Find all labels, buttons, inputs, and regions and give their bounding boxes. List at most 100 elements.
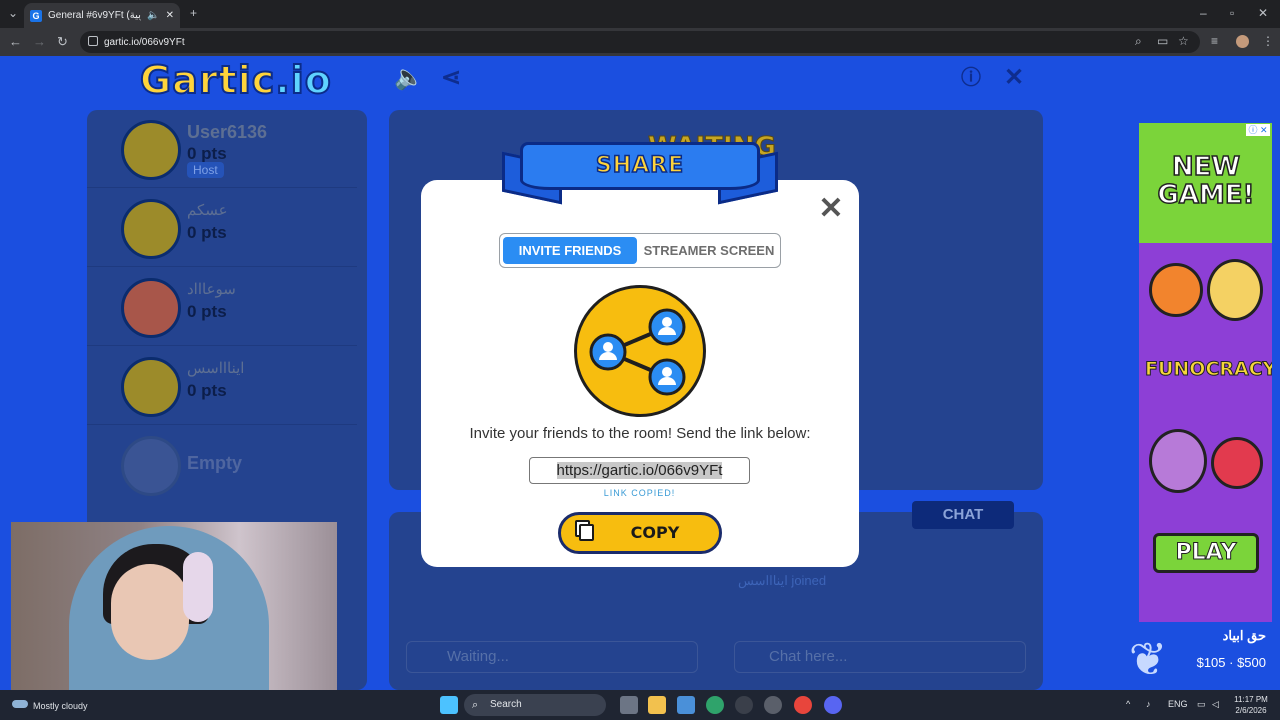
webcam-overlay bbox=[11, 522, 337, 708]
url-text: gartic.io/066v9YFt bbox=[104, 36, 185, 48]
cast-icon[interactable]: ▭ bbox=[1157, 34, 1168, 48]
url-field[interactable]: gartic.io/066v9YFt bbox=[80, 31, 1200, 53]
share-network-icon bbox=[574, 285, 706, 417]
start-icon[interactable] bbox=[440, 696, 458, 714]
address-bar: ← → ↻ gartic.io/066v9YFt ⌕ ▭ ☆ ≡ ⋮ bbox=[0, 28, 1280, 56]
player-name: سوعاااد bbox=[187, 281, 236, 298]
tab-invite-friends[interactable]: INVITE FRIENDS bbox=[503, 237, 637, 264]
browser-tab[interactable]: G General #6v9YFt (العربية) - G 🔈 ✕ bbox=[24, 3, 180, 28]
exit-icon[interactable]: ✕ bbox=[1000, 64, 1028, 92]
player-name: ايناااسس bbox=[187, 360, 245, 377]
tray-chevron-icon[interactable]: ^ bbox=[1126, 699, 1130, 709]
modal-title: SHARE bbox=[520, 142, 760, 190]
joined-message: ايناااسس joined bbox=[738, 573, 827, 588]
tab-audio-icon: 🔈 bbox=[147, 10, 160, 21]
avatar bbox=[121, 120, 181, 180]
player-row: User6136 0 pts Host bbox=[87, 110, 357, 188]
donation-range: $105 · $500 bbox=[1196, 655, 1266, 670]
invite-link-text: https://gartic.io/066v9YFt bbox=[556, 462, 723, 479]
forward-icon[interactable]: → bbox=[33, 34, 46, 49]
store-icon[interactable] bbox=[677, 696, 695, 714]
character-icon bbox=[1149, 429, 1207, 493]
browser-tab-bar: ⌄ G General #6v9YFt (العربية) - G 🔈 ✕ + … bbox=[0, 0, 1280, 28]
donation-title: حق ابياد bbox=[1222, 628, 1266, 643]
ad-play-button[interactable]: PLAY bbox=[1153, 533, 1259, 573]
app-icon[interactable] bbox=[764, 696, 782, 714]
reload-icon[interactable]: ↻ bbox=[57, 34, 68, 50]
link-copied-label: LINK COPIED! bbox=[603, 488, 676, 498]
clock[interactable]: 11:17 PM 2/6/2026 bbox=[1226, 694, 1276, 716]
zoom-icon[interactable]: ⌕ bbox=[1135, 34, 1142, 49]
tab-title: General #6v9YFt (العربية) - G bbox=[48, 10, 141, 21]
tab-streamer-screen[interactable]: STREAMER SCREEN bbox=[640, 237, 778, 264]
share-banner: SHARE bbox=[502, 140, 778, 205]
chat-tab[interactable]: CHAT bbox=[912, 501, 1014, 529]
window-close-icon[interactable]: ✕ bbox=[1258, 6, 1268, 20]
maximize-icon[interactable]: ▫ bbox=[1230, 6, 1234, 20]
taskbar-search[interactable]: ⌕ Search bbox=[464, 694, 606, 716]
clock-time: 11:17 PM bbox=[1234, 695, 1268, 704]
thumbs-up-icon bbox=[1149, 263, 1203, 317]
info-icon[interactable]: ⓘ bbox=[957, 64, 985, 92]
player-name: عسكم bbox=[187, 202, 228, 219]
media-icon[interactable]: ≡ bbox=[1211, 34, 1218, 48]
logo-suffix: .io bbox=[274, 57, 332, 103]
player-name: User6136 bbox=[187, 122, 268, 142]
network-icon[interactable]: ▭ bbox=[1197, 699, 1206, 710]
copy-button[interactable]: COPY bbox=[558, 512, 722, 554]
edge-icon[interactable] bbox=[706, 696, 724, 714]
discord-icon[interactable] bbox=[824, 696, 842, 714]
minimize-icon[interactable]: – bbox=[1200, 6, 1207, 20]
sound-icon[interactable]: 🔈 bbox=[394, 64, 424, 92]
new-tab-icon[interactable]: + bbox=[190, 6, 197, 20]
avatar bbox=[121, 199, 181, 259]
logo-text: Gartic bbox=[139, 57, 276, 103]
volume-icon[interactable]: ◁ bbox=[1212, 699, 1219, 710]
empty-avatar bbox=[121, 436, 181, 496]
player-points: 0 pts bbox=[187, 144, 227, 163]
chat-input[interactable]: Chat here... bbox=[734, 641, 1026, 673]
ad-banner[interactable]: NEW GAME! FUNOCRACY PLAY bbox=[1139, 123, 1272, 622]
back-icon[interactable]: ← bbox=[9, 34, 22, 49]
file-explorer-icon[interactable] bbox=[648, 696, 666, 714]
search-label: Search bbox=[490, 699, 522, 710]
empty-slot-label: Empty bbox=[187, 453, 243, 473]
clock-date: 2/6/2026 bbox=[1235, 706, 1267, 715]
tab-search-icon[interactable]: ⌄ bbox=[8, 6, 18, 20]
share-icon[interactable]: ⋖ bbox=[437, 64, 465, 92]
avatar bbox=[121, 278, 181, 338]
tab-close-icon[interactable]: ✕ bbox=[166, 10, 174, 21]
player-row: ايناااسس 0 pts bbox=[87, 347, 357, 425]
chrome-icon[interactable] bbox=[794, 696, 812, 714]
profile-avatar-icon[interactable] bbox=[1236, 35, 1249, 48]
bookmark-star-icon[interactable]: ☆ bbox=[1178, 34, 1189, 48]
gartic-logo: Gartic.io bbox=[139, 57, 332, 103]
player-points: 0 pts bbox=[187, 381, 227, 400]
ad-info-icon[interactable]: ⓘ ✕ bbox=[1246, 124, 1270, 136]
invite-text: Invite your friends to the room! Send th… bbox=[469, 425, 811, 442]
avatar bbox=[121, 357, 181, 417]
gartic-favicon-icon: G bbox=[30, 9, 42, 22]
weather-icon[interactable] bbox=[12, 700, 28, 708]
app-icon[interactable] bbox=[735, 696, 753, 714]
ad-brand: FUNOCRACY bbox=[1145, 358, 1273, 381]
player-row: سوعاااد 0 pts bbox=[87, 268, 357, 346]
weather-text[interactable]: Mostly cloudy bbox=[33, 701, 88, 711]
language-indicator[interactable]: ENG bbox=[1168, 699, 1188, 709]
modal-close-icon[interactable]: ✕ bbox=[818, 194, 844, 224]
task-view-icon[interactable] bbox=[620, 696, 638, 714]
share-tabs: INVITE FRIENDS STREAMER SCREEN bbox=[499, 233, 781, 268]
site-info-icon[interactable] bbox=[88, 36, 98, 46]
search-icon: ⌕ bbox=[472, 699, 479, 711]
invite-link-field[interactable]: https://gartic.io/066v9YFt bbox=[529, 457, 750, 484]
butterfly-icon: ❦ bbox=[1128, 633, 1168, 685]
mic-icon[interactable]: ♪ bbox=[1146, 699, 1151, 709]
host-badge: Host bbox=[187, 162, 224, 178]
player-row: عسكم 0 pts bbox=[87, 189, 357, 267]
ad-headline: NEW GAME! bbox=[1157, 152, 1255, 210]
answer-input[interactable]: Waiting... bbox=[406, 641, 698, 673]
menu-dots-icon[interactable]: ⋮ bbox=[1262, 34, 1274, 48]
donation-widget: ❦ حق ابياد $105 · $500 bbox=[1100, 628, 1270, 690]
copy-label: COPY bbox=[630, 523, 680, 542]
player-points: 0 pts bbox=[187, 302, 227, 321]
